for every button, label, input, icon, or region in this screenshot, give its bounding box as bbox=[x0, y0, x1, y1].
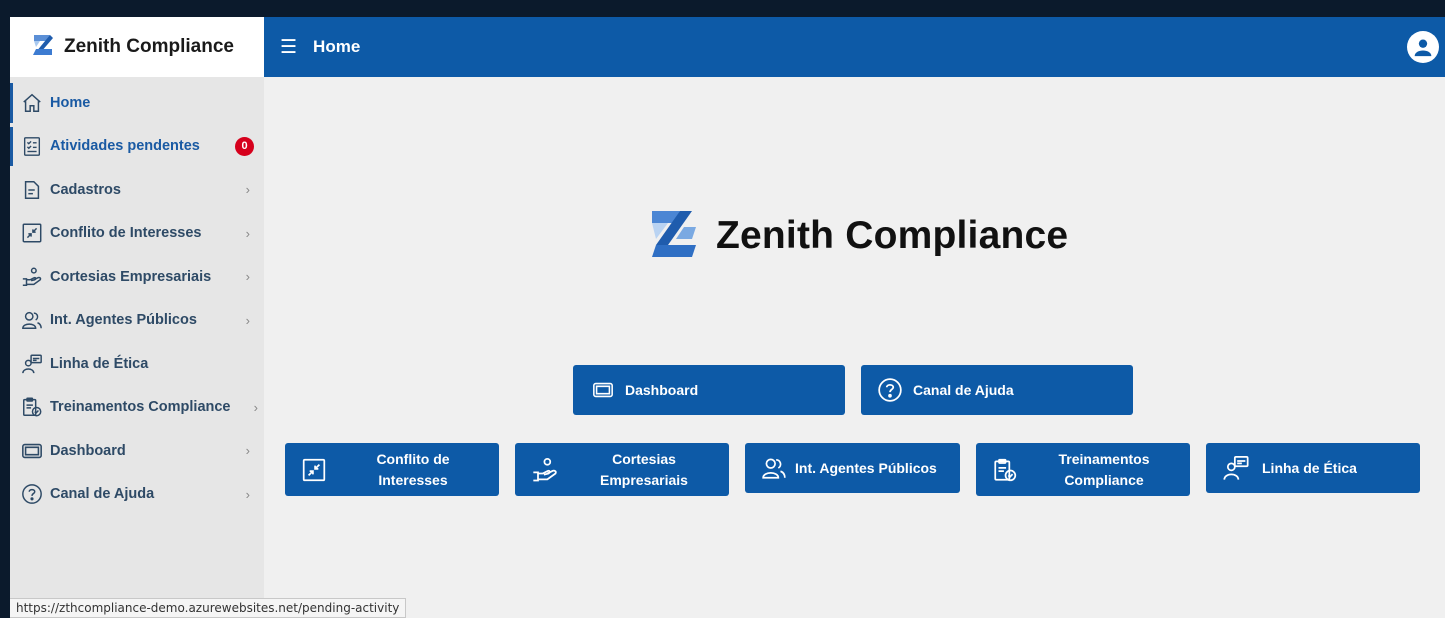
sidebar-item-label: Linha de Ética bbox=[50, 355, 149, 372]
app-window: Zenith Compliance Home Atividades penden… bbox=[10, 17, 1445, 618]
sidebar-item-home[interactable]: Home bbox=[10, 81, 264, 125]
cortesias-button-label-line1: Cortesias bbox=[612, 450, 676, 467]
sidebar-item-label: Atividades pendentes bbox=[50, 138, 200, 155]
document-icon bbox=[20, 178, 44, 202]
treinamentos-button-text: Treinamentos Compliance bbox=[1018, 449, 1190, 491]
hand-coin-icon bbox=[20, 265, 44, 289]
conflito-de-interesses-button[interactable]: Conflito de Interesses bbox=[285, 443, 499, 496]
sidebar-item-cortesias-empresariais[interactable]: Cortesias Empresariais › bbox=[10, 255, 264, 299]
hero-brand: Zenith Compliance bbox=[646, 205, 1068, 266]
sidebar-item-label: Int. Agentes Públicos bbox=[50, 312, 197, 329]
zenith-logo-icon bbox=[30, 32, 56, 63]
brand[interactable]: Zenith Compliance bbox=[10, 17, 264, 77]
cortesias-button-text: Cortesias Empresariais bbox=[559, 449, 729, 491]
monitor-icon bbox=[20, 439, 44, 463]
chevron-right-icon: › bbox=[245, 269, 250, 285]
canal-de-ajuda-button[interactable]: Canal de Ajuda bbox=[861, 365, 1133, 415]
people-icon bbox=[20, 308, 44, 332]
chevron-right-icon: › bbox=[245, 312, 250, 328]
hero-title: Zenith Compliance bbox=[716, 213, 1069, 257]
conflito-button-text: Conflito de Interesses bbox=[327, 449, 499, 491]
cortesias-button-label-line2: Empresariais bbox=[600, 471, 688, 488]
sidebar-item-conflito-de-interesses[interactable]: Conflito de Interesses › bbox=[10, 212, 264, 256]
help-circle-icon bbox=[877, 377, 903, 403]
int-agentes-button-label: Int. Agentes Públicos bbox=[795, 459, 937, 476]
conflito-button-label-line1: Conflito de bbox=[376, 450, 450, 467]
status-bar-url: https://zthcompliance-demo.azurewebsites… bbox=[10, 598, 407, 618]
chevron-right-icon: › bbox=[245, 182, 250, 198]
treinamentos-button-label-line2: Compliance bbox=[1064, 471, 1144, 488]
chevron-right-icon: › bbox=[245, 486, 250, 502]
clipboard-check-icon bbox=[20, 395, 44, 419]
home-icon bbox=[20, 91, 44, 115]
treinamentos-button-label-line1: Treinamentos bbox=[1058, 450, 1150, 467]
hand-coin-icon bbox=[531, 456, 559, 484]
sidebar-item-atividades-pendentes[interactable]: Atividades pendentes 0 bbox=[10, 125, 264, 169]
dashboard-button[interactable]: Dashboard bbox=[573, 365, 845, 415]
hamburger-menu-icon[interactable]: ☰ bbox=[280, 38, 297, 57]
conflito-button-label-line2: Interesses bbox=[378, 471, 448, 488]
treinamentos-compliance-button[interactable]: Treinamentos Compliance bbox=[976, 443, 1190, 496]
page-title: Home bbox=[313, 37, 361, 56]
checklist-icon bbox=[20, 134, 44, 158]
user-avatar-button[interactable] bbox=[1407, 31, 1439, 63]
sidebar-item-label: Cortesias Empresariais bbox=[50, 268, 212, 285]
people-icon bbox=[761, 455, 787, 481]
sidebar-item-treinamentos-compliance[interactable]: Treinamentos Compliance › bbox=[10, 386, 264, 430]
sidebar-item-cadastros[interactable]: Cadastros › bbox=[10, 168, 264, 212]
dashboard-button-label: Dashboard bbox=[625, 381, 699, 398]
monitor-icon bbox=[591, 379, 615, 401]
cortesias-empresariais-button[interactable]: Cortesias Empresariais bbox=[515, 443, 729, 496]
sidebar-item-label: Home bbox=[50, 94, 91, 111]
zenith-logo-icon bbox=[646, 205, 702, 266]
help-circle-icon bbox=[20, 482, 44, 506]
int-agentes-publicos-button[interactable]: Int. Agentes Públicos bbox=[745, 443, 960, 493]
linha-de-etica-button-label: Linha de Ética bbox=[1262, 459, 1357, 476]
sidebar-item-label: Cadastros bbox=[50, 181, 121, 198]
pending-count-badge: 0 bbox=[235, 136, 254, 156]
brand-name: Zenith Compliance bbox=[64, 36, 234, 57]
sidebar-item-label: Conflito de Interesses bbox=[50, 225, 202, 242]
sidebar-nav: Home Atividades pendentes 0 Cadastros › bbox=[10, 77, 264, 516]
top-bar: ☰ Home bbox=[264, 17, 1445, 77]
chevron-right-icon: › bbox=[245, 225, 250, 241]
sidebar-item-label: Canal de Ajuda bbox=[50, 486, 155, 503]
sidebar-item-canal-de-ajuda[interactable]: Canal de Ajuda › bbox=[10, 473, 264, 517]
user-icon bbox=[1414, 39, 1432, 57]
canal-de-ajuda-button-label: Canal de Ajuda bbox=[913, 381, 1014, 398]
sidebar-item-int-agentes-publicos[interactable]: Int. Agentes Públicos › bbox=[10, 299, 264, 343]
sidebar: Zenith Compliance Home Atividades penden… bbox=[10, 17, 264, 618]
conflict-arrows-icon bbox=[301, 457, 327, 483]
chevron-right-icon: › bbox=[253, 399, 258, 415]
conflict-arrows-icon bbox=[20, 221, 44, 245]
clipboard-check-icon bbox=[992, 457, 1018, 483]
chevron-right-icon: › bbox=[245, 443, 250, 459]
sidebar-item-label: Dashboard bbox=[50, 442, 126, 459]
speaker-chat-icon bbox=[1222, 454, 1250, 482]
speaker-chat-icon bbox=[20, 352, 44, 376]
sidebar-item-linha-de-etica[interactable]: Linha de Ética bbox=[10, 342, 264, 386]
linha-de-etica-button[interactable]: Linha de Ética bbox=[1206, 443, 1420, 493]
sidebar-item-dashboard[interactable]: Dashboard › bbox=[10, 429, 264, 473]
sidebar-item-label: Treinamentos Compliance bbox=[50, 399, 231, 416]
